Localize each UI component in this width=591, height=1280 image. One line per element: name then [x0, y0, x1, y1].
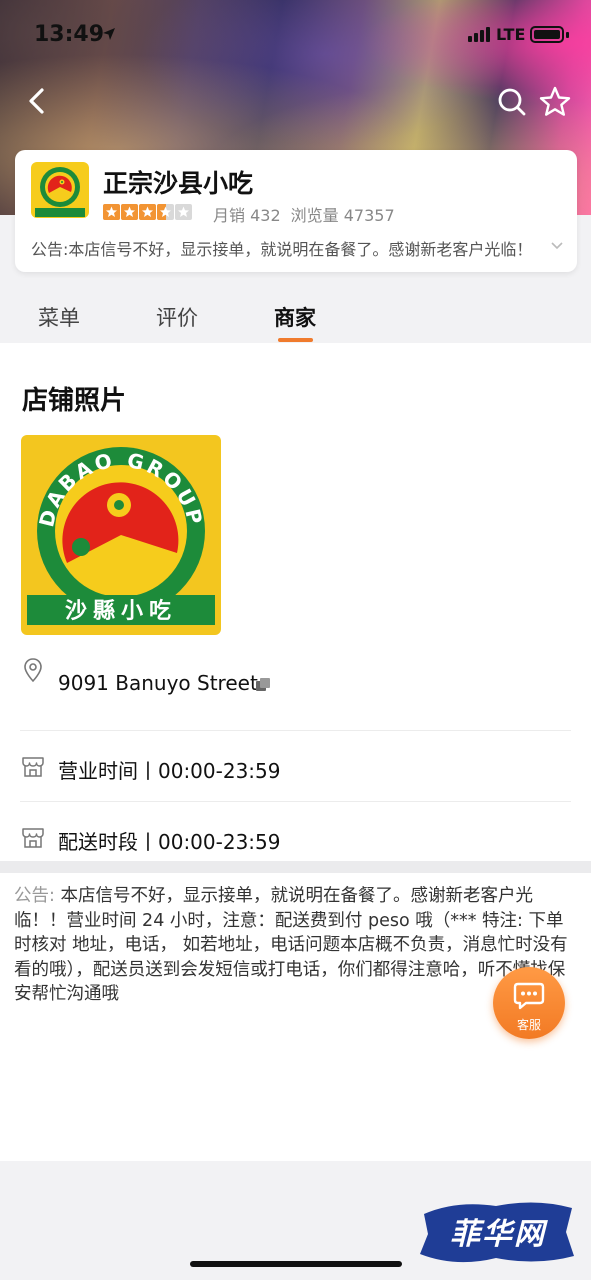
customer-service-button[interactable]: 客服 [493, 967, 565, 1039]
store-name: 正宗沙县小吃 [103, 169, 254, 198]
back-button[interactable] [22, 84, 52, 118]
monthly-sales: 月销 432 [213, 206, 281, 225]
logo-bottom-text: 沙縣小吃 [65, 598, 177, 624]
status-bar: 13:49 LTE [0, 0, 591, 70]
chevron-down-icon[interactable] [549, 238, 565, 254]
watermark-logo: 菲华网 [420, 1202, 574, 1263]
divider [20, 801, 571, 802]
active-tab-indicator [278, 338, 313, 342]
store-icon [22, 828, 44, 848]
store-address: 9091 Banuyo Street [58, 671, 258, 695]
store-stats: 月销 432 浏览量 47357 [213, 202, 395, 226]
store-photo[interactable]: DABAO GROUP 沙縣小吃 [21, 435, 221, 635]
notice-preview[interactable]: 公告:本店信号不好，显示接单，就说明在备餐了。感谢新老客户光临！ [31, 236, 541, 260]
tab-reviews[interactable]: 评价 [156, 302, 198, 332]
star-icon [121, 204, 138, 220]
store-icon [22, 757, 44, 777]
store-photos-title: 店铺照片 [22, 386, 127, 416]
announcement-label: 公告: [14, 886, 55, 906]
chat-bubble-icon [513, 982, 545, 1010]
rating-stars [103, 204, 192, 220]
view-count: 浏览量 47357 [290, 206, 395, 225]
store-logo [31, 162, 89, 218]
announcement-body: 本店信号不好，显示接单，就说明在备餐了。感谢新老客户光临！！营业时间 24 小时… [14, 886, 568, 1004]
search-icon[interactable] [496, 86, 528, 118]
customer-service-label: 客服 [516, 1018, 541, 1032]
delivery-hours: 配送时段丨00:00-23:59 [58, 830, 281, 854]
signal-icon [468, 27, 490, 42]
location-pin-icon [24, 658, 42, 683]
status-time: 13:49 [34, 22, 105, 47]
copy-icon[interactable] [255, 677, 271, 693]
star-empty-icon [175, 204, 192, 220]
battery-icon [530, 26, 564, 43]
tab-menu[interactable]: 菜单 [38, 302, 80, 332]
star-half-icon [157, 204, 174, 220]
network-type: LTE [496, 25, 526, 44]
business-hours: 营业时间丨00:00-23:59 [58, 759, 281, 783]
watermark-text: 菲华网 [450, 1217, 548, 1252]
announcement-text: 公告: 本店信号不好，显示接单，就说明在备餐了。感谢新老客户光临！！营业时间 2… [14, 884, 576, 1007]
star-icon [139, 204, 156, 220]
home-indicator [190, 1261, 402, 1267]
section-gap [0, 861, 591, 873]
tab-merchant[interactable]: 商家 [274, 302, 316, 332]
battery-cap [566, 32, 569, 38]
location-arrow-icon [103, 28, 115, 40]
star-icon [103, 204, 120, 220]
store-info-card: 正宗沙县小吃 月销 432 浏览量 47357 公告:本店信号不好，显示接单，就说… [15, 150, 577, 272]
favorite-star-icon[interactable] [538, 85, 572, 119]
divider [20, 730, 571, 731]
